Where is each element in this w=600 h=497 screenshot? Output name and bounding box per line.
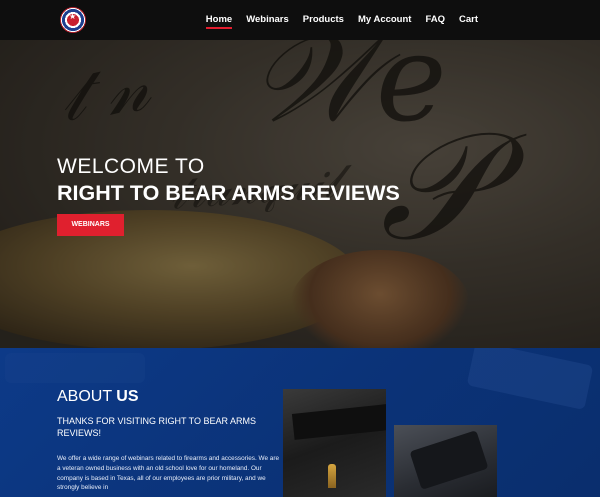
nav-products[interactable]: Products [296,0,351,40]
background-texture [466,348,594,410]
rifle-shape [291,404,386,440]
about-title-b: US [116,388,139,405]
nav-cart[interactable]: Cart [452,0,485,40]
nav-faq[interactable]: FAQ [418,0,452,40]
nav-webinars[interactable]: Webinars [239,0,296,40]
about-section: ABOUT US THANKS FOR VISITING RIGHT TO BE… [0,348,600,497]
about-title: ABOUT US [57,388,139,406]
cartridge-shape [328,464,336,488]
site-logo[interactable]: ★ [60,7,86,33]
nav-my-account[interactable]: My Account [351,0,418,40]
handgun-shape [409,430,489,490]
nav-home[interactable]: Home [199,0,239,40]
firearm-photo-1 [283,389,386,497]
main-menu: Home Webinars Products My Account FAQ Ca… [199,0,485,40]
firearm-photo-2 [394,425,497,497]
hero-banner: 𝒲e 𝒫 𝓉 𝓃 𝓉𝓇𝒶𝓃𝓆𝓊𝒾𝓁 WELCOME TO RIGHT TO BE… [0,40,600,348]
about-subtitle: THANKS FOR VISITING RIGHT TO BEAR ARMS R… [57,416,257,438]
about-title-a: ABOUT [57,388,112,405]
webinars-button[interactable]: WEBINARS [57,214,124,236]
top-navbar: ★ Home Webinars Products My Account FAQ … [0,0,600,40]
hero-title-site: RIGHT TO BEAR ARMS REVIEWS [57,181,400,205]
background-texture [5,353,145,383]
about-body-text: We offer a wide range of webinars relate… [57,455,280,492]
star-icon: ★ [69,12,77,21]
hero-title-welcome: WELCOME TO [57,155,205,178]
